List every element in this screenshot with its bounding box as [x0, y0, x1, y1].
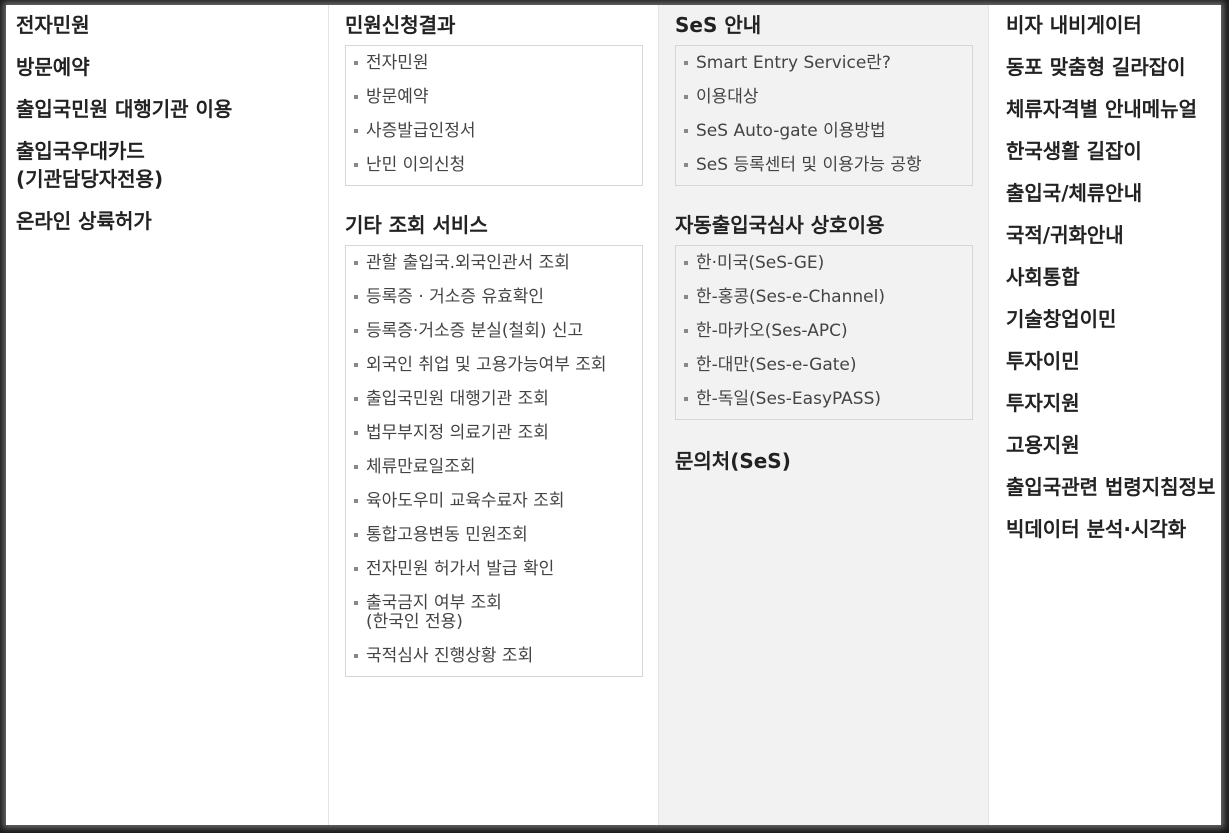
menu-column-4: 비자 내비게이터 동포 맞춤형 길라잡이 체류자격별 안내메뉴얼 한국생활 길잡…: [988, 5, 1221, 825]
menu-link-korea-life-guide[interactable]: 한국생활 길잡이: [1006, 137, 1215, 165]
menu-link-investment-support[interactable]: 투자지원: [1006, 389, 1215, 417]
menu-column-2: 민원신청결과 전자민원 방문예약 사증발급인정서 난민 이의신청 기타 조회 서…: [328, 5, 659, 825]
section-title-other-inquiry[interactable]: 기타 조회 서비스: [345, 211, 488, 239]
section-title-ses-contact[interactable]: 문의처(SeS): [675, 447, 791, 475]
list-item[interactable]: 전자민원 허가서 발급 확인: [346, 560, 642, 579]
list-item[interactable]: 전자민원: [346, 54, 642, 73]
list-item[interactable]: 법무부지정 의료기관 조회: [346, 424, 642, 443]
menu-column-1: 전자민원 방문예약 출입국민원 대행기관 이용 출입국우대카드 (기관담당자전용…: [6, 5, 328, 825]
section-title-ses-guide[interactable]: SeS 안내: [675, 11, 761, 39]
section-title-auto-gate-mutual[interactable]: 자동출입국심사 상호이용: [675, 211, 884, 239]
menu-link-online-landing-permit[interactable]: 온라인 상륙허가: [16, 207, 316, 235]
application-results-list: 전자민원 방문예약 사증발급인정서 난민 이의신청: [345, 45, 643, 186]
auto-gate-mutual-list: 한·미국(SeS-GE) 한-홍콩(Ses-e-Channel) 한-마카오(S…: [675, 245, 973, 420]
list-item[interactable]: SeS Auto-gate 이용방법: [676, 122, 972, 141]
list-item[interactable]: 등록증 · 거소증 유효확인: [346, 288, 642, 307]
mega-menu-panel: 전자민원 방문예약 출입국민원 대행기관 이용 출입국우대카드 (기관담당자전용…: [6, 5, 1221, 825]
menu-link-immigration-stay-info[interactable]: 출입국/체류안내: [1006, 179, 1215, 207]
col1-link-list: 전자민원 방문예약 출입국민원 대행기관 이용 출입국우대카드 (기관담당자전용…: [16, 11, 316, 249]
menu-link-laws-guidelines[interactable]: 출입국관련 법령지침정보: [1006, 473, 1215, 501]
menu-link-agency-use[interactable]: 출입국민원 대행기관 이용: [16, 95, 316, 123]
list-item[interactable]: 한·미국(SeS-GE): [676, 254, 972, 273]
list-item[interactable]: 외국인 취업 및 고용가능여부 조회: [346, 356, 642, 375]
list-item[interactable]: 사증발급인정서: [346, 122, 642, 141]
ses-guide-list: Smart Entry Service란? 이용대상 SeS Auto-gate…: [675, 45, 973, 186]
list-item[interactable]: 한-마카오(Ses-APC): [676, 322, 972, 341]
menu-link-startup-immigration[interactable]: 기술창업이민: [1006, 305, 1215, 333]
menu-link-visa-navigator[interactable]: 비자 내비게이터: [1006, 11, 1215, 39]
list-item[interactable]: 통합고용변동 민원조회: [346, 526, 642, 545]
list-item[interactable]: 한-독일(Ses-EasyPASS): [676, 390, 972, 409]
list-item[interactable]: 난민 이의신청: [346, 156, 642, 175]
menu-link-preferred-card[interactable]: 출입국우대카드 (기관담당자전용): [16, 137, 316, 193]
menu-link-nationality-info[interactable]: 국적/귀화안내: [1006, 221, 1215, 249]
menu-link-e-civil[interactable]: 전자민원: [16, 11, 316, 39]
list-item[interactable]: 등록증·거소증 분실(철회) 신고: [346, 322, 642, 341]
menu-link-investment-immigration[interactable]: 투자이민: [1006, 347, 1215, 375]
menu-link-compatriot-guide[interactable]: 동포 맞춤형 길라잡이: [1006, 53, 1215, 81]
menu-link-status-manual[interactable]: 체류자격별 안내메뉴얼: [1006, 95, 1215, 123]
menu-column-3: SeS 안내 Smart Entry Service란? 이용대상 SeS Au…: [658, 5, 989, 825]
list-item[interactable]: 육아도우미 교육수료자 조회: [346, 492, 642, 511]
menu-link-visit-reservation[interactable]: 방문예약: [16, 53, 316, 81]
list-item[interactable]: 출입국민원 대행기관 조회: [346, 390, 642, 409]
list-item[interactable]: 체류만료일조회: [346, 458, 642, 477]
list-item[interactable]: SeS 등록센터 및 이용가능 공항: [676, 156, 972, 175]
menu-link-social-integration[interactable]: 사회통합: [1006, 263, 1215, 291]
menu-link-employment-support[interactable]: 고용지원: [1006, 431, 1215, 459]
list-item[interactable]: Smart Entry Service란?: [676, 54, 972, 73]
list-item[interactable]: 이용대상: [676, 88, 972, 107]
list-item[interactable]: 관할 출입국.외국인관서 조회: [346, 254, 642, 273]
list-item[interactable]: 한-대만(Ses-e-Gate): [676, 356, 972, 375]
other-inquiry-list: 관할 출입국.외국인관서 조회 등록증 · 거소증 유효확인 등록증·거소증 분…: [345, 245, 643, 677]
list-item[interactable]: 한-홍콩(Ses-e-Channel): [676, 288, 972, 307]
menu-link-big-data[interactable]: 빅데이터 분석·시각화: [1006, 515, 1215, 543]
list-item[interactable]: 국적심사 진행상황 조회: [346, 647, 642, 666]
list-item[interactable]: 출국금지 여부 조회 (한국인 전용): [346, 594, 642, 632]
list-item[interactable]: 방문예약: [346, 88, 642, 107]
col4-link-list: 비자 내비게이터 동포 맞춤형 길라잡이 체류자격별 안내메뉴얼 한국생활 길잡…: [1006, 11, 1215, 557]
section-title-application-results[interactable]: 민원신청결과: [345, 11, 455, 39]
